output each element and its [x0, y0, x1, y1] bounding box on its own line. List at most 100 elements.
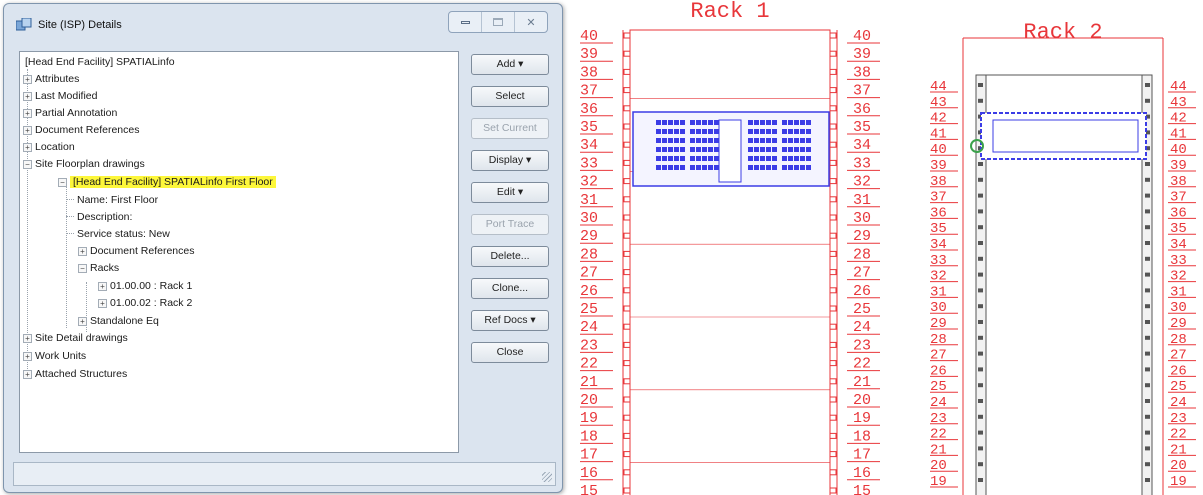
expand-icon[interactable]: +	[23, 126, 32, 135]
rack-1-port	[782, 120, 787, 125]
expand-icon[interactable]: +	[98, 282, 107, 291]
rack-1-port	[680, 120, 685, 125]
tree-root[interactable]: [Head End Facility] SPATIALinfo	[25, 56, 175, 69]
select-button[interactable]: Select	[471, 86, 549, 107]
rack-1-port	[806, 129, 811, 134]
rack-1-mount-hole	[623, 250, 631, 257]
close-button[interactable]: Close	[471, 342, 549, 363]
rack-1-unit-label-left: 38	[580, 64, 598, 81]
rack-1-unit-label-right: 19	[853, 410, 871, 427]
minimize-button[interactable]	[449, 12, 482, 32]
rack-1-port	[760, 120, 765, 125]
rack-1-port	[748, 165, 753, 170]
edit-button[interactable]: Edit ▾	[471, 182, 549, 203]
ref-docs-button[interactable]: Ref Docs ▾	[471, 310, 549, 331]
expand-icon[interactable]: +	[78, 247, 87, 256]
tree-item-attributes[interactable]: + Attributes	[23, 73, 79, 86]
collapse-icon[interactable]: −	[78, 264, 87, 273]
collapse-icon[interactable]: −	[23, 160, 32, 169]
port-trace-button[interactable]: Port Trace	[471, 214, 549, 235]
rack-1-port	[714, 120, 719, 125]
tree-item-rack-1[interactable]: +01.00.00 : Rack 1	[98, 280, 192, 293]
tree-item-racks[interactable]: − Racks	[78, 262, 119, 275]
rack-1-frame[interactable]	[622, 29, 838, 495]
tree-item-service-status[interactable]: Service status: New	[66, 228, 170, 241]
site-tree[interactable]: [Head End Facility] SPATIALinfo + Attribu…	[19, 51, 459, 453]
rack-2-frame[interactable]	[962, 37, 1164, 495]
rack-1-unit-label-left: 30	[580, 210, 598, 227]
close-window-button[interactable]: ✕	[515, 12, 547, 32]
rack-1-port	[788, 156, 793, 161]
rack-1-mount-hole	[829, 105, 837, 112]
expand-icon[interactable]: +	[23, 92, 32, 101]
rack-1-mount-hole	[829, 432, 837, 439]
delete-button[interactable]: Delete...	[471, 246, 549, 267]
tree-item-attached-structures[interactable]: + Attached Structures	[23, 368, 127, 381]
tree-item-description[interactable]: Description:	[66, 211, 132, 224]
tree-item-name[interactable]: Name: First Floor	[66, 194, 158, 207]
display-button[interactable]: Display ▾	[471, 150, 549, 171]
rack-1-mount-hole	[623, 360, 631, 367]
tree-item-standalone-eq[interactable]: + Standalone Eq	[78, 315, 159, 328]
rack-elevation-drawing[interactable]: Rack 1 40 4039 3938 3837 3736 3635 3534 3433 333…	[565, 0, 1203, 495]
rack-2-mount-hole	[978, 83, 983, 87]
rack-1-port	[680, 165, 685, 170]
expand-icon[interactable]: +	[23, 370, 32, 379]
expand-icon[interactable]: +	[23, 352, 32, 361]
rack-1-port	[680, 147, 685, 152]
rack-1-port	[696, 156, 701, 161]
rack-1-port	[668, 129, 673, 134]
expand-icon[interactable]: +	[98, 299, 107, 308]
tree-item-first-floor[interactable]: − [Head End Facility] SPATIALinfo First F…	[58, 176, 276, 189]
add-button[interactable]: Add ▾	[471, 54, 549, 75]
expand-icon[interactable]: +	[23, 334, 32, 343]
clone-button[interactable]: Clone...	[471, 278, 549, 299]
rack-1-port	[690, 165, 695, 170]
expand-icon[interactable]: +	[23, 109, 32, 118]
tree-item-rack-2[interactable]: +01.00.02 : Rack 2	[98, 297, 192, 310]
rack-2-mount-hole	[978, 288, 983, 293]
rack-1-equipment-panel[interactable]	[632, 111, 830, 187]
rack-1-port	[714, 129, 719, 134]
rack-1-unit-label-right: 17	[853, 447, 871, 464]
tree-item-floor-document-references[interactable]: + Document References	[78, 245, 194, 258]
maximize-button[interactable]	[482, 12, 515, 32]
rack-2-mount-hole	[1145, 383, 1150, 388]
rack-2-unit-label-left: 25	[930, 379, 947, 395]
rack-1-port	[772, 165, 777, 170]
tree-item-site-detail-drawings[interactable]: + Site Detail drawings	[23, 332, 128, 345]
rack-1-unit-label-left: 21	[580, 374, 598, 391]
rack-1-port	[702, 138, 707, 143]
resize-grip-icon[interactable]	[542, 472, 552, 482]
rack-2-mount-hole	[978, 177, 983, 182]
tree-item-work-units[interactable]: + Work Units	[23, 350, 86, 363]
expand-icon[interactable]: +	[78, 317, 87, 326]
title-bar[interactable]: Site (ISP) Details ✕	[4, 4, 562, 46]
expand-icon[interactable]: +	[23, 143, 32, 152]
rack-2-unit-label-right: 33	[1170, 253, 1187, 269]
rack-1-port	[708, 156, 713, 161]
rack-2-equipment-panel[interactable]	[970, 112, 1147, 160]
rack-1-port	[656, 129, 661, 134]
rack-1-unit-label-left: 16	[580, 465, 598, 482]
tree-item-partial-annotation[interactable]: + Partial Annotation	[23, 107, 117, 120]
rack-1-port	[748, 129, 753, 134]
rack-2-mount-hole	[978, 351, 983, 356]
tree-item-document-references[interactable]: + Document References	[23, 124, 139, 137]
set-current-button[interactable]: Set Current	[471, 118, 549, 139]
rack-2-unit-label-left: 30	[930, 300, 947, 316]
status-bar	[13, 462, 556, 486]
expand-icon[interactable]: +	[23, 75, 32, 84]
tree-item-location[interactable]: + Location	[23, 141, 75, 154]
rack-1-port	[772, 120, 777, 125]
rack-1-unit-label-right: 24	[853, 319, 871, 336]
rack-1-port	[674, 138, 679, 143]
rack-1-port	[766, 138, 771, 143]
tree-item-last-modified[interactable]: + Last Modified	[23, 90, 97, 103]
rack-1-port	[696, 138, 701, 143]
collapse-icon[interactable]: −	[58, 178, 67, 187]
rack-1-port	[696, 120, 701, 125]
rack-1-unit-label-left: 24	[580, 319, 598, 336]
rack-1-mount-hole	[829, 269, 837, 276]
tree-item-site-floorplan-drawings[interactable]: − Site Floorplan drawings	[23, 158, 145, 171]
